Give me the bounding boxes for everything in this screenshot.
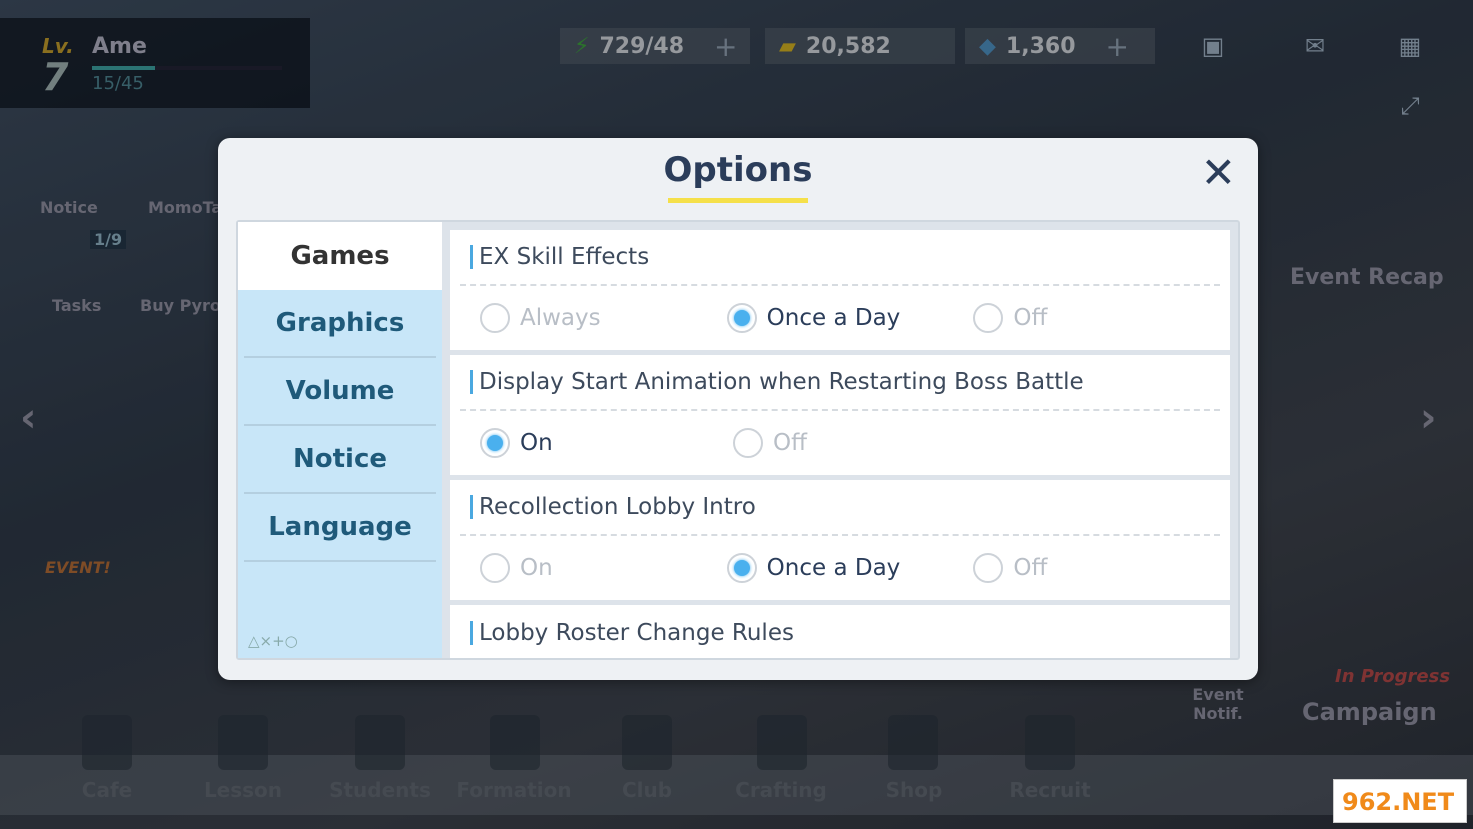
options-content[interactable]: EX Skill Effects Always Once a Day Off D… — [450, 230, 1230, 658]
setting-title: EX Skill Effects — [460, 230, 1220, 286]
radio-once-a-day[interactable]: Once a Day — [726, 553, 974, 583]
watermark-logo: 962.NET — [1333, 779, 1467, 823]
setting-lobby-roster-change-rules: Lobby Roster Change Rules — [450, 605, 1230, 658]
setting-title: Lobby Roster Change Rules — [460, 605, 1220, 658]
option-label: Always — [520, 305, 601, 331]
title-underline — [668, 198, 808, 203]
radio-once-a-day[interactable]: Once a Day — [726, 303, 974, 333]
radio-icon — [480, 553, 510, 583]
tab-games[interactable]: Games — [238, 222, 442, 290]
tab-volume[interactable]: Volume — [244, 358, 436, 426]
tab-notice[interactable]: Notice — [244, 426, 436, 494]
radio-selected-icon — [726, 303, 757, 333]
radio-off[interactable]: Off — [973, 303, 1220, 333]
setting-recollection-lobby-intro: Recollection Lobby Intro On Once a Day O… — [450, 480, 1230, 600]
radio-selected-icon — [480, 428, 510, 458]
tab-graphics[interactable]: Graphics — [244, 290, 436, 358]
options-dialog: Options ✕ Games Graphics Volume Notice L… — [218, 138, 1258, 680]
radio-icon — [973, 553, 1004, 583]
close-icon[interactable]: ✕ — [1201, 148, 1236, 197]
radio-off[interactable]: Off — [973, 553, 1220, 583]
option-label: Off — [1013, 555, 1048, 581]
setting-boss-start-animation: Display Start Animation when Restarting … — [450, 355, 1230, 475]
option-label: On — [520, 555, 553, 581]
option-label: Once a Day — [766, 305, 901, 331]
options-panel: Games Graphics Volume Notice Language △×… — [236, 220, 1240, 660]
shapes-decoration: △×+○ — [248, 632, 298, 650]
radio-on[interactable]: On — [480, 428, 733, 458]
setting-ex-skill-effects: EX Skill Effects Always Once a Day Off — [450, 230, 1230, 350]
radio-on[interactable]: On — [480, 553, 727, 583]
radio-icon — [733, 428, 763, 458]
setting-title: Recollection Lobby Intro — [460, 480, 1220, 536]
option-label: Off — [1013, 305, 1048, 331]
options-tabs: Games Graphics Volume Notice Language △×… — [238, 222, 442, 658]
radio-always[interactable]: Always — [480, 303, 727, 333]
radio-icon — [480, 303, 510, 333]
option-label: On — [520, 430, 553, 456]
option-label: Off — [773, 430, 807, 456]
radio-selected-icon — [726, 553, 757, 583]
option-label: Once a Day — [766, 555, 901, 581]
radio-off[interactable]: Off — [733, 428, 986, 458]
dialog-title: Options — [663, 150, 813, 190]
radio-icon — [973, 303, 1004, 333]
setting-title: Display Start Animation when Restarting … — [460, 355, 1220, 411]
tab-language[interactable]: Language — [244, 494, 436, 562]
